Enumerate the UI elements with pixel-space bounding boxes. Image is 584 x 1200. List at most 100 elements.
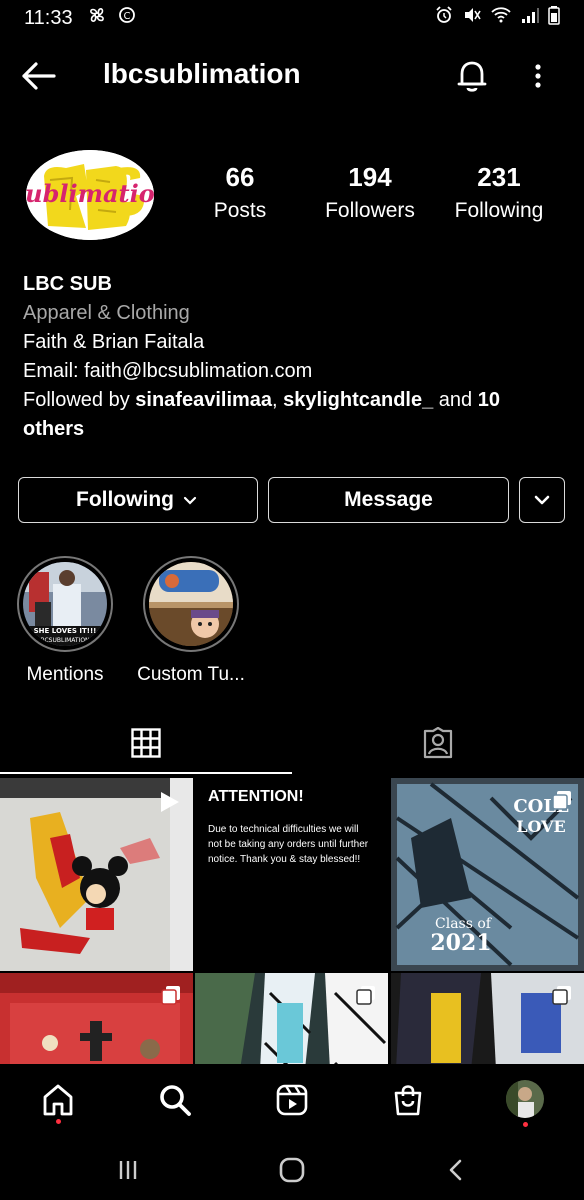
chevron-down-icon	[183, 496, 197, 505]
posts-stat[interactable]: 66 Posts	[180, 162, 300, 223]
profile-header: lbcsublimation	[0, 44, 584, 108]
tab-tagged[interactable]	[292, 714, 584, 772]
grid-post-6[interactable]	[391, 973, 584, 1066]
post-attention-body: Due to technical difficulties we will no…	[208, 824, 369, 865]
nav-search[interactable]	[155, 1080, 195, 1120]
highlight-ring: SHE LOVES IT!!! BCSUBLIMATION	[17, 556, 113, 652]
post-attention-title: ATTENTION!	[208, 788, 304, 805]
highlight-cover-image	[149, 562, 233, 646]
fan-icon	[87, 5, 107, 31]
business-category: Apparel & Clothing	[23, 302, 190, 324]
followed-by[interactable]: Followed by sinafeavilimaa, skylightcand…	[23, 386, 563, 444]
more-options-button[interactable]	[524, 56, 552, 96]
back-arrow-icon	[22, 62, 56, 90]
following-button[interactable]: Following	[18, 477, 258, 523]
grid-post-3[interactable]: COLL LOVE Class of 2021	[391, 778, 584, 971]
reels-icon	[276, 1084, 308, 1116]
highlight-label: Mentions	[26, 664, 104, 685]
logo-script-text: Sublimation	[26, 179, 154, 208]
followed-by-separator: ,	[272, 389, 284, 411]
shopping-bag-icon	[394, 1085, 422, 1116]
notifications-button[interactable]	[452, 56, 492, 96]
grid-icon	[131, 728, 161, 758]
battery-icon	[548, 5, 560, 31]
wifi-icon	[490, 5, 512, 31]
highlight-ring	[143, 556, 239, 652]
multiple-images-icon	[552, 986, 571, 1005]
chevron-down-icon	[534, 495, 550, 505]
grid-post-4[interactable]	[0, 973, 193, 1066]
recent-apps-button[interactable]	[110, 1156, 146, 1184]
more-vertical-icon	[535, 64, 541, 88]
video-play-icon	[161, 792, 179, 812]
back-chevron-icon	[449, 1159, 462, 1181]
followed-by-prefix: Followed by	[23, 389, 136, 411]
following-button-label: Following	[76, 488, 174, 511]
nav-shop[interactable]	[388, 1080, 428, 1120]
bottom-navigation	[0, 1064, 584, 1140]
highlight-overlay-text-2: BCSUBLIMATION	[40, 637, 89, 644]
follower-link-1[interactable]: sinafeavilimaa	[135, 389, 272, 411]
suggested-accounts-button[interactable]	[519, 477, 565, 523]
profile-avatar[interactable]: Sublimation	[26, 150, 154, 240]
svg-text:C: C	[123, 11, 130, 22]
sync-icon: C	[117, 5, 137, 31]
following-stat[interactable]: 231 Following	[439, 162, 559, 223]
followers-count: 194	[348, 162, 392, 192]
highlight-custom-tumblers[interactable]: Custom Tu...	[126, 556, 256, 686]
grid-post-1[interactable]	[0, 778, 193, 971]
highlight-cover-image: SHE LOVES IT!!! BCSUBLIMATION	[23, 562, 107, 646]
highlight-label: Custom Tu...	[137, 664, 245, 685]
grid-post-5[interactable]	[195, 973, 388, 1066]
posts-count: 66	[225, 162, 255, 192]
system-navigation	[0, 1140, 584, 1200]
profile-tabs	[0, 714, 584, 774]
profile-username: lbcsublimation	[103, 58, 301, 89]
followers-stat[interactable]: 194 Followers	[310, 162, 430, 223]
lbc-logo-image: Sublimation	[26, 150, 154, 240]
following-label: Following	[454, 199, 544, 222]
message-button[interactable]: Message	[268, 477, 509, 523]
message-button-label: Message	[344, 488, 433, 511]
profile-bio: LBC SUB Apparel & Clothing Faith & Brian…	[23, 270, 563, 444]
follower-link-2[interactable]: skylightcandle_	[283, 389, 433, 411]
following-count: 231	[477, 162, 521, 192]
signal-icon	[520, 5, 540, 31]
posts-grid: ATTENTION! Due to technical difficulties…	[0, 776, 584, 1066]
nav-reels[interactable]	[272, 1080, 312, 1120]
multiple-images-icon	[161, 986, 180, 1005]
highlight-overlay-text: SHE LOVES IT!!!	[34, 627, 97, 635]
alarm-icon	[434, 5, 454, 31]
multiple-images-icon	[356, 986, 375, 1005]
display-name: LBC SUB	[23, 273, 112, 295]
tagged-person-icon	[423, 727, 453, 759]
nav-profile-avatar[interactable]	[506, 1080, 544, 1118]
highlight-mentions[interactable]: SHE LOVES IT!!! BCSUBLIMATION Mentions	[0, 556, 130, 686]
bio-text: Faith & Brian Faitala	[23, 331, 205, 353]
home-notification-dot	[56, 1119, 61, 1124]
profile-notification-dot	[523, 1122, 528, 1127]
multiple-images-icon	[552, 791, 571, 810]
profile-avatar-thumbnail	[506, 1080, 544, 1118]
nav-home[interactable]	[38, 1080, 78, 1120]
bio-email[interactable]: Email: faith@lbcsublimation.com	[23, 357, 563, 386]
back-system-button[interactable]	[438, 1156, 474, 1184]
home-circle-icon	[279, 1157, 305, 1183]
search-icon	[160, 1085, 191, 1116]
bell-icon	[457, 61, 487, 92]
posts-label: Posts	[213, 199, 267, 222]
post-text-year: 2021	[430, 930, 491, 956]
post-text-love: LOVE	[516, 817, 566, 836]
recent-apps-icon	[119, 1161, 137, 1179]
home-icon	[43, 1084, 73, 1116]
status-bar: 11:33 C	[0, 0, 584, 36]
home-system-button[interactable]	[274, 1156, 310, 1184]
followed-by-and: and	[433, 389, 478, 411]
status-time: 11:33	[24, 6, 73, 29]
followers-label: Followers	[325, 199, 415, 222]
active-tab-indicator	[0, 772, 292, 774]
grid-post-2[interactable]: ATTENTION! Due to technical difficulties…	[195, 778, 388, 971]
tab-posts-grid[interactable]	[0, 714, 292, 772]
back-button[interactable]	[20, 58, 60, 94]
mute-icon	[462, 5, 482, 31]
